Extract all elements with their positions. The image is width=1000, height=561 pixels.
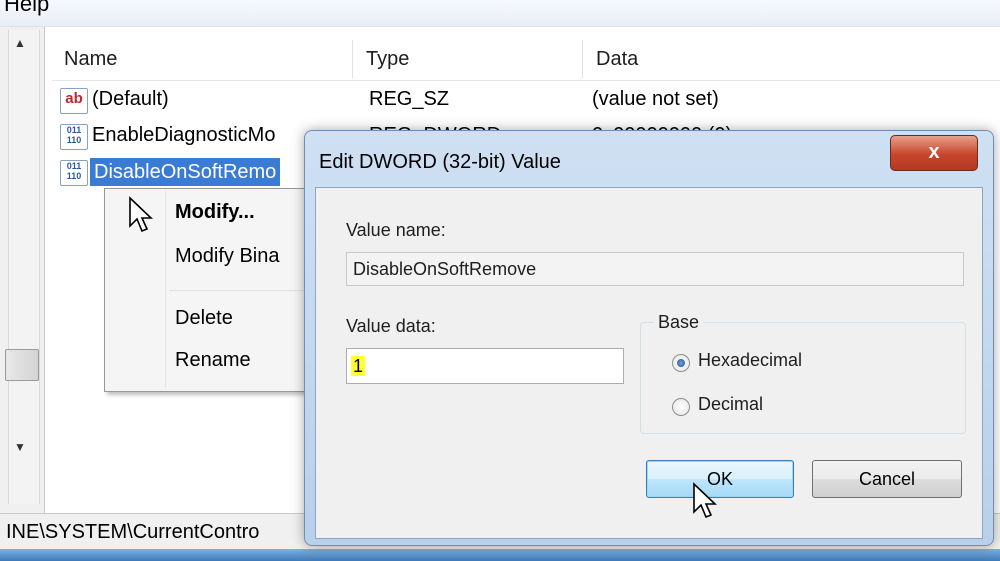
menu-gutter bbox=[165, 191, 166, 387]
dialog-title: Edit DWORD (32-bit) Value bbox=[319, 151, 561, 173]
menu-item-modify[interactable]: Modify... bbox=[175, 201, 255, 224]
value-name-label: Value name: bbox=[346, 220, 446, 240]
ok-button[interactable]: OK bbox=[646, 460, 794, 498]
value-name: (Default) bbox=[92, 88, 169, 110]
mouse-cursor-icon bbox=[129, 196, 153, 233]
menu-bar: Help bbox=[0, 0, 1000, 27]
binary-value-icon: 011 110 bbox=[60, 124, 88, 150]
menu-item-rename[interactable]: Rename bbox=[175, 349, 251, 372]
taskbar bbox=[0, 549, 1000, 561]
value-data: (value not set) bbox=[592, 88, 719, 110]
registry-path: INE\SYSTEM\CurrentContro bbox=[6, 521, 260, 543]
binary-value-icon: 011 110 bbox=[60, 160, 88, 186]
value-type: REG_SZ bbox=[369, 88, 450, 110]
hexadecimal-radio[interactable] bbox=[672, 354, 690, 372]
menu-item-modify-binary[interactable]: Modify Bina bbox=[175, 245, 280, 268]
value-data-input[interactable]: 1 bbox=[346, 348, 624, 384]
decimal-radio[interactable] bbox=[672, 398, 690, 416]
column-header-type[interactable]: Type bbox=[354, 38, 584, 80]
dialog-body: Value name: DisableOnSoftRemove Value da… bbox=[315, 187, 983, 539]
scroll-up-icon[interactable]: ▲ bbox=[14, 36, 26, 50]
menu-item-delete[interactable]: Delete bbox=[175, 307, 233, 330]
column-header-name[interactable]: Name bbox=[52, 38, 352, 80]
vertical-scrollbar[interactable] bbox=[8, 30, 40, 504]
close-icon: x bbox=[928, 141, 940, 163]
hexadecimal-label[interactable]: Hexadecimal bbox=[698, 350, 802, 371]
value-data-text: 1 bbox=[351, 356, 366, 376]
close-button[interactable]: x bbox=[890, 135, 978, 171]
scroll-down-icon[interactable]: ▼ bbox=[14, 440, 26, 454]
edit-dword-dialog: Edit DWORD (32-bit) Value x Value name: … bbox=[304, 130, 994, 546]
menu-help[interactable]: Help bbox=[4, 0, 49, 17]
value-name: DisableOnSoftRemo bbox=[90, 158, 281, 186]
value-name: EnableDiagnosticMo bbox=[92, 124, 276, 146]
column-header-data[interactable]: Data bbox=[584, 38, 984, 80]
mouse-cursor-icon bbox=[693, 482, 717, 519]
value-name-field: DisableOnSoftRemove bbox=[346, 252, 964, 286]
column-divider[interactable] bbox=[582, 40, 583, 78]
list-header: Name Type Data bbox=[52, 38, 1000, 81]
scroll-thumb[interactable] bbox=[5, 349, 39, 381]
string-value-icon: ab bbox=[60, 88, 88, 114]
registry-value-row[interactable]: ab (Default) REG_SZ (value not set) bbox=[52, 84, 1000, 118]
base-label: Base bbox=[654, 312, 704, 333]
value-data-label: Value data: bbox=[346, 316, 436, 336]
base-group bbox=[640, 322, 966, 434]
cancel-button[interactable]: Cancel bbox=[812, 460, 962, 498]
decimal-label[interactable]: Decimal bbox=[698, 394, 763, 415]
column-divider[interactable] bbox=[352, 40, 353, 78]
